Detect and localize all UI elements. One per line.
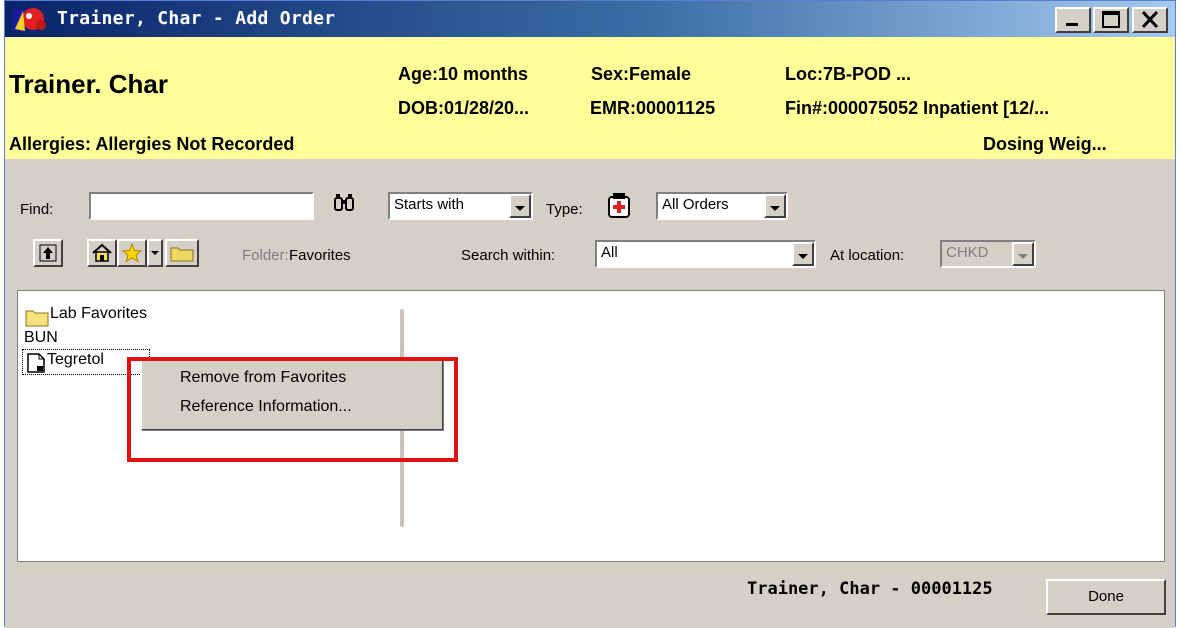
order-type-value: All Orders [662,196,729,213]
chevron-down-icon [515,206,525,211]
minimize-button[interactable] [1055,7,1091,33]
order-type-select[interactable]: All Orders [656,192,788,220]
patient-allergies: Allergies: Allergies Not Recorded [9,134,295,154]
match-mode-select[interactable]: Starts with [388,192,533,220]
favorites-star-icon [121,242,143,263]
search-within-value: All [601,244,618,261]
at-location-value: CHKD [946,244,989,261]
patient-fin: Fin#:000075052 Inpatient [12/... [785,98,1050,118]
order-type-dropdown-button[interactable] [764,194,786,218]
patient-location: Loc:7B-POD ... [785,64,912,84]
patient-dob: DOB:01/28/20... [398,98,530,118]
minimize-icon [1066,23,1078,26]
favorites-button[interactable] [117,239,147,267]
chevron-down-icon [798,254,808,259]
title-bar[interactable]: Trainer, Char - Add Order [5,1,1175,37]
folder-label: Folder: [242,247,289,264]
dosing-weight: Dosing Weig... [983,134,1107,154]
close-icon [1141,10,1159,29]
home-icon [92,243,112,262]
at-location-label: At location: [830,247,905,264]
folder-value: Favorites [289,247,351,264]
chevron-down-icon [1018,254,1028,259]
type-label: Type: [546,201,583,218]
patient-banner: Trainer. Char Age:10 months Sex:Female L… [5,37,1175,159]
order-type-icon [605,191,635,221]
patient-age: Age:10 months [398,64,529,84]
favorites-dropdown-button[interactable] [147,239,163,267]
list-item-lab-favorites[interactable]: Lab Favorites [50,305,147,323]
patient-sex: Sex:Female [591,64,692,84]
footer-patient-id: Trainer, Char - 00001125 [747,579,993,599]
match-mode-value: Starts with [394,196,465,213]
binoculars-icon[interactable] [332,192,356,216]
home-button[interactable] [87,239,117,267]
up-folder-icon [39,244,57,262]
match-mode-dropdown-button[interactable] [509,194,531,218]
done-button[interactable]: Done [1046,579,1166,615]
patient-emr: EMR:00001125 [590,98,716,118]
at-location-dropdown-button [1012,242,1034,266]
find-input[interactable] [89,192,314,220]
add-order-window: Trainer, Char - Add Order Trainer. Char … [4,0,1176,628]
list-item-tegretol-label: Tegretol [47,351,104,368]
chevron-down-icon [770,206,780,211]
search-within-dropdown-button[interactable] [792,242,814,266]
search-within-select[interactable]: All [595,240,816,268]
folder-icon [24,305,52,329]
maximize-button[interactable] [1093,7,1129,33]
chevron-down-icon [151,251,159,255]
up-folder-button[interactable] [33,239,63,267]
at-location-select: CHKD [940,240,1036,268]
highlight-box [127,357,458,462]
find-label: Find: [20,201,54,218]
list-item-bun[interactable]: BUN [24,329,58,347]
folder-button[interactable] [165,239,199,267]
app-logo-icon [11,5,51,35]
maximize-icon [1102,11,1120,28]
patient-name: Trainer. Char [9,69,168,99]
close-button[interactable] [1132,7,1168,33]
folder-icon [170,247,194,262]
search-within-label: Search within: [461,247,556,264]
document-icon [27,353,45,373]
window-title: Trainer, Char - Add Order [57,8,336,29]
